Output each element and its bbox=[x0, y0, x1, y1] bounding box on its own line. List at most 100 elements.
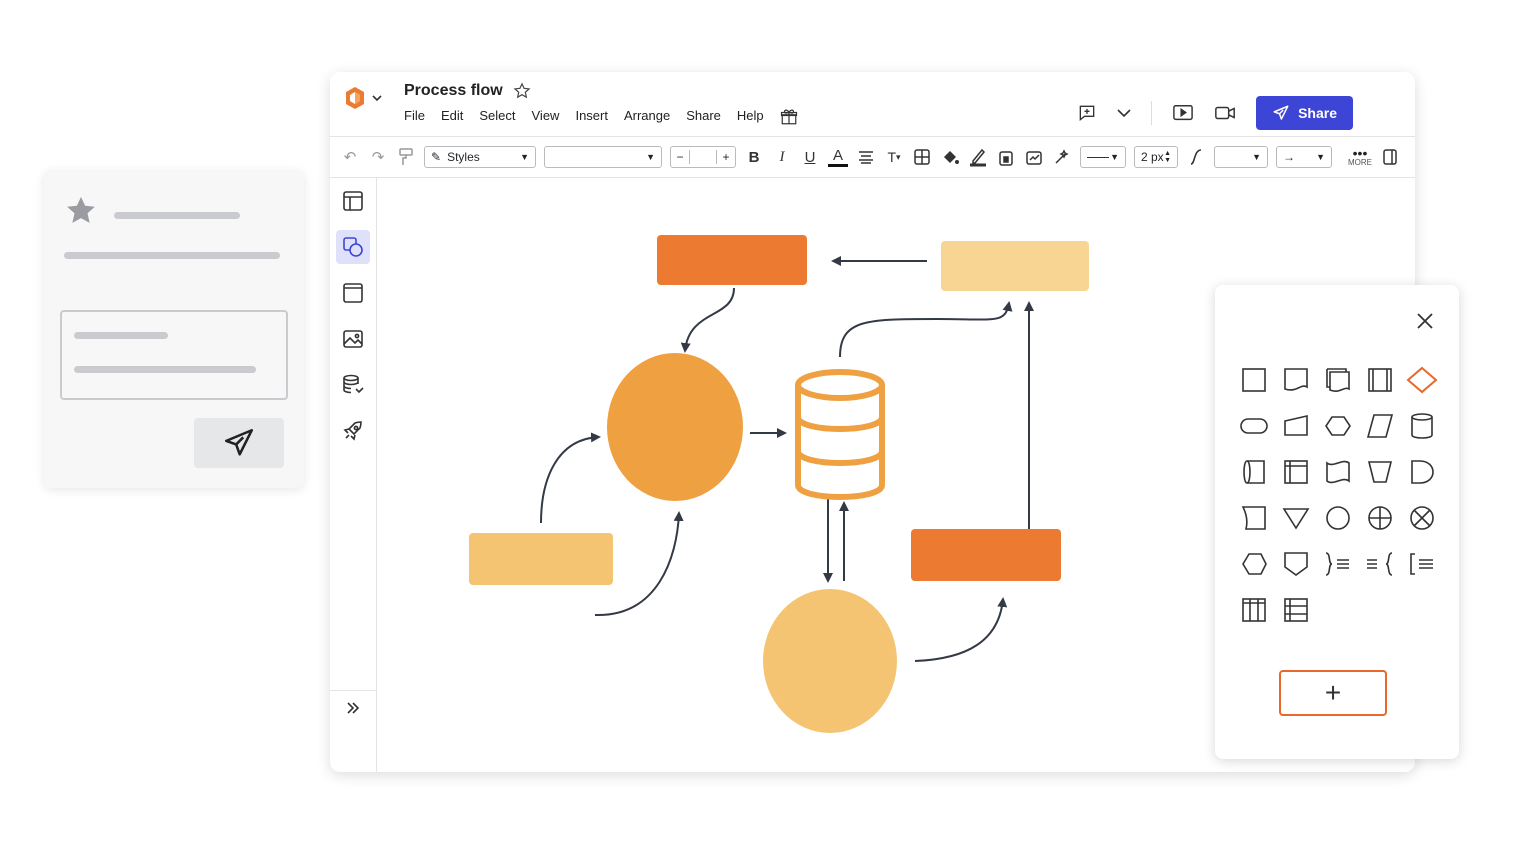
more-button[interactable]: ••• MORE bbox=[1348, 146, 1372, 167]
shape-annotation-left-icon[interactable] bbox=[1359, 541, 1401, 587]
line-shape-icon[interactable] bbox=[1186, 147, 1206, 167]
close-icon[interactable] bbox=[1415, 311, 1435, 331]
star-icon[interactable] bbox=[64, 194, 98, 228]
shape-predefined-process-icon[interactable] bbox=[1359, 357, 1401, 403]
shape-data-icon[interactable] bbox=[1359, 403, 1401, 449]
arrow-start-dropdown[interactable]: ▼ bbox=[1214, 146, 1268, 168]
styles-dropdown[interactable]: ✎ Styles ▼ bbox=[424, 146, 536, 168]
shape-process-icon[interactable] bbox=[1233, 357, 1275, 403]
shape-terminator-icon[interactable] bbox=[1233, 403, 1275, 449]
star-outline-icon[interactable] bbox=[513, 82, 531, 100]
sidebar-expand-button[interactable] bbox=[330, 690, 376, 725]
menu-help[interactable]: Help bbox=[737, 108, 764, 126]
caret-down-icon: ▼ bbox=[1252, 152, 1261, 162]
menu-select[interactable]: Select bbox=[479, 108, 515, 126]
process-box-left[interactable] bbox=[469, 533, 613, 585]
shape-annotation-right-icon[interactable] bbox=[1317, 541, 1359, 587]
video-icon[interactable] bbox=[1214, 104, 1236, 122]
shape-vertical-pool-icon[interactable] bbox=[1233, 587, 1275, 633]
arrow-end-dropdown[interactable]: → ▼ bbox=[1276, 146, 1332, 168]
fill-color-icon[interactable] bbox=[940, 147, 960, 167]
sidebar-item-data[interactable] bbox=[336, 368, 370, 402]
line-style-icon bbox=[1087, 156, 1109, 158]
line-width-stepper[interactable]: 2 px ▲ ▼ bbox=[1134, 146, 1178, 168]
menu-view[interactable]: View bbox=[532, 108, 560, 126]
shape-delay-icon[interactable] bbox=[1401, 449, 1443, 495]
shape-preparation-icon[interactable] bbox=[1317, 403, 1359, 449]
shape-card-icon[interactable] bbox=[1233, 495, 1275, 541]
shape-manual-operation-icon[interactable] bbox=[1359, 449, 1401, 495]
shape-database-icon[interactable] bbox=[1401, 403, 1443, 449]
shape-manual-input-icon[interactable] bbox=[1275, 403, 1317, 449]
connector-arrow bbox=[680, 287, 735, 353]
shape-punched-tape-icon[interactable] bbox=[1317, 449, 1359, 495]
shape-internal-storage-icon[interactable] bbox=[1275, 449, 1317, 495]
line-color-icon[interactable] bbox=[968, 147, 988, 167]
document-title[interactable]: Process flow bbox=[404, 82, 503, 100]
redo-icon[interactable]: ↷ bbox=[368, 147, 388, 167]
connector-arrow bbox=[839, 301, 1013, 358]
process-box-top-right[interactable] bbox=[941, 241, 1089, 291]
chevron-down-icon[interactable] bbox=[1117, 108, 1131, 118]
magic-wand-icon[interactable] bbox=[1052, 147, 1072, 167]
align-icon[interactable] bbox=[856, 147, 876, 167]
shape-connector-icon[interactable] bbox=[1317, 495, 1359, 541]
comment-input[interactable] bbox=[60, 310, 288, 400]
double-chevron-right-icon bbox=[347, 702, 360, 714]
shape-off-page-icon[interactable] bbox=[1275, 541, 1317, 587]
process-circle-main[interactable] bbox=[607, 353, 743, 501]
add-shapes-button[interactable]: + bbox=[1279, 670, 1387, 716]
placeholder-line bbox=[114, 212, 240, 219]
shape-direct-data-icon[interactable] bbox=[1233, 449, 1275, 495]
share-button[interactable]: Share bbox=[1256, 96, 1353, 130]
shape-document-icon[interactable] bbox=[1275, 357, 1317, 403]
share-label: Share bbox=[1298, 105, 1337, 121]
decrease-button[interactable]: − bbox=[671, 150, 690, 164]
shape-summing-junction-icon[interactable] bbox=[1401, 495, 1443, 541]
shape-merge-icon[interactable] bbox=[1275, 495, 1317, 541]
comment-add-icon[interactable] bbox=[1077, 103, 1097, 123]
menu-arrange[interactable]: Arrange bbox=[624, 108, 670, 126]
sidebar-item-shapes[interactable] bbox=[336, 230, 370, 264]
shape-bracket-note-icon[interactable] bbox=[1401, 541, 1443, 587]
process-box-right[interactable] bbox=[911, 529, 1061, 581]
sidebar-item-frames[interactable] bbox=[336, 276, 370, 310]
gift-icon[interactable] bbox=[780, 108, 798, 126]
sidebar-item-pages[interactable] bbox=[336, 184, 370, 218]
position-icon[interactable] bbox=[912, 147, 932, 167]
undo-icon[interactable]: ↶ bbox=[340, 147, 360, 167]
lock-icon[interactable] bbox=[996, 147, 1016, 167]
present-icon[interactable] bbox=[1172, 103, 1194, 123]
text-options-icon[interactable]: T ▾ bbox=[884, 147, 904, 167]
shape-horizontal-pool-icon[interactable] bbox=[1275, 587, 1317, 633]
shape-display-icon[interactable] bbox=[1233, 541, 1275, 587]
menu-file[interactable]: File bbox=[404, 108, 425, 126]
text-color-button[interactable]: A bbox=[828, 147, 848, 167]
sidebar-item-integrations[interactable] bbox=[336, 414, 370, 448]
menu-edit[interactable]: Edit bbox=[441, 108, 463, 126]
panel-toggle-icon[interactable] bbox=[1380, 147, 1400, 167]
shape-decision-icon[interactable] bbox=[1401, 357, 1443, 403]
shape-library-grid bbox=[1233, 357, 1443, 633]
menu-share[interactable]: Share bbox=[686, 108, 721, 126]
format-painter-icon[interactable] bbox=[396, 147, 416, 167]
sidebar-item-images[interactable] bbox=[336, 322, 370, 356]
process-circle-bottom[interactable] bbox=[763, 589, 897, 733]
shape-style-icon[interactable] bbox=[1024, 147, 1044, 167]
arrow-right-icon: → bbox=[1283, 150, 1295, 164]
shape-multi-document-icon[interactable] bbox=[1317, 357, 1359, 403]
comment-card bbox=[44, 170, 304, 488]
menu-bar: File Edit Select View Insert Arrange Sha… bbox=[404, 108, 798, 126]
process-box-top[interactable] bbox=[657, 235, 807, 285]
italic-button[interactable]: I bbox=[772, 147, 792, 167]
menu-insert[interactable]: Insert bbox=[575, 108, 608, 126]
line-style-dropdown[interactable]: ▼ bbox=[1080, 146, 1126, 168]
app-logo[interactable] bbox=[344, 86, 382, 110]
underline-button[interactable]: U bbox=[800, 147, 820, 167]
font-size-stepper[interactable]: − + bbox=[670, 146, 736, 168]
shape-or-icon[interactable] bbox=[1359, 495, 1401, 541]
bold-button[interactable]: B bbox=[744, 147, 764, 167]
increase-button[interactable]: + bbox=[716, 150, 735, 164]
font-dropdown[interactable]: ▼ bbox=[544, 146, 662, 168]
send-button[interactable] bbox=[194, 418, 284, 468]
